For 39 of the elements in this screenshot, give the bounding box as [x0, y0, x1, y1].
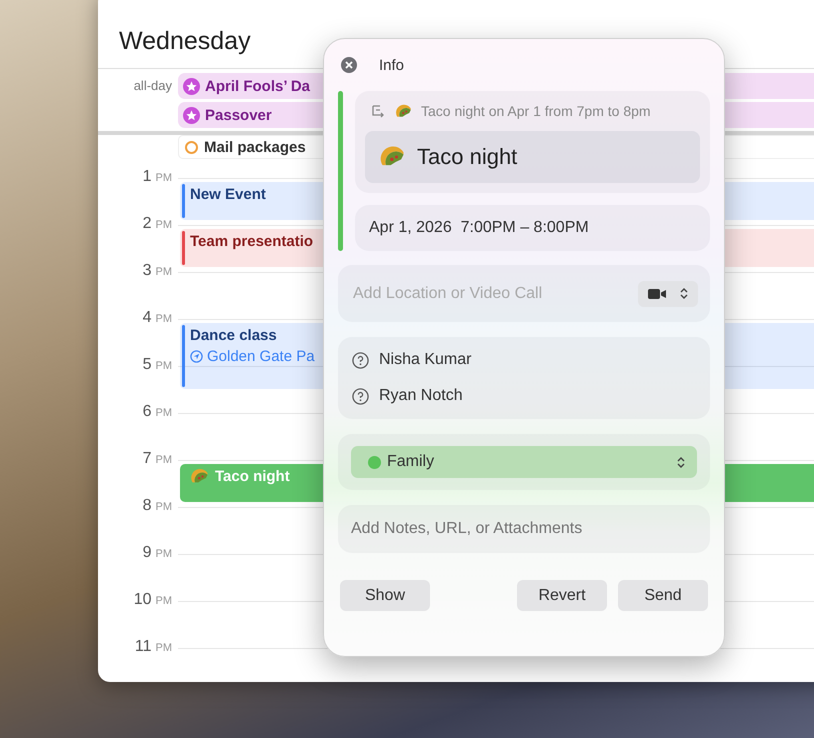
hour-label: 3 PM	[142, 262, 173, 281]
event-title: Dance class	[190, 327, 277, 344]
date-time-field[interactable]: Apr 1, 2026 7:00PM – 8:00PM	[355, 205, 710, 251]
action-button[interactable]: Show	[340, 580, 430, 611]
hour-label: 6 PM	[142, 403, 173, 422]
video-camera-icon	[648, 288, 666, 300]
hour-label: 7 PM	[142, 450, 173, 469]
checkbox-ring-icon[interactable]	[185, 140, 198, 154]
hour-label: 5 PM	[142, 356, 173, 375]
invitee-name[interactable]: Nisha Kumar	[379, 351, 472, 369]
event-title: Team presentatio	[190, 233, 314, 250]
hour-label: 11 PM	[134, 638, 173, 657]
location-card[interactable]: Add Location or Video Call	[338, 265, 710, 322]
popover-title: Info	[379, 56, 404, 74]
hour-label: 1 PM	[142, 168, 173, 187]
event-location: Golden Gate Pa	[207, 348, 315, 365]
all-day-label: all-day	[132, 77, 173, 95]
action-button[interactable]: Send	[618, 580, 708, 611]
video-call-button[interactable]	[638, 280, 698, 306]
hour-label: 2 PM	[142, 215, 173, 234]
question-circle-icon	[352, 388, 369, 404]
title-field[interactable]: Taco night	[365, 131, 700, 183]
hour-label: 4 PM	[142, 309, 173, 328]
location-pin-icon	[190, 350, 203, 363]
up-down-chevron-icon	[677, 456, 685, 468]
invitee-name[interactable]: Ryan Notch	[379, 387, 463, 405]
event-title: New Event	[190, 186, 266, 203]
close-icon[interactable]	[341, 57, 357, 73]
event-title: Taco night	[215, 468, 290, 485]
question-circle-icon	[352, 352, 369, 368]
hour-label: 9 PM	[142, 544, 173, 563]
hour-label: 10 PM	[132, 591, 173, 610]
day-title: Wednesday	[119, 27, 251, 56]
action-button[interactable]: Revert	[517, 580, 607, 611]
location-field[interactable]: Add Location or Video Call	[351, 284, 638, 304]
hour-label: 8 PM	[142, 497, 173, 516]
up-down-chevron-icon	[680, 287, 688, 300]
calendar-select[interactable]: Family	[351, 446, 697, 478]
taco-icon	[395, 104, 413, 118]
